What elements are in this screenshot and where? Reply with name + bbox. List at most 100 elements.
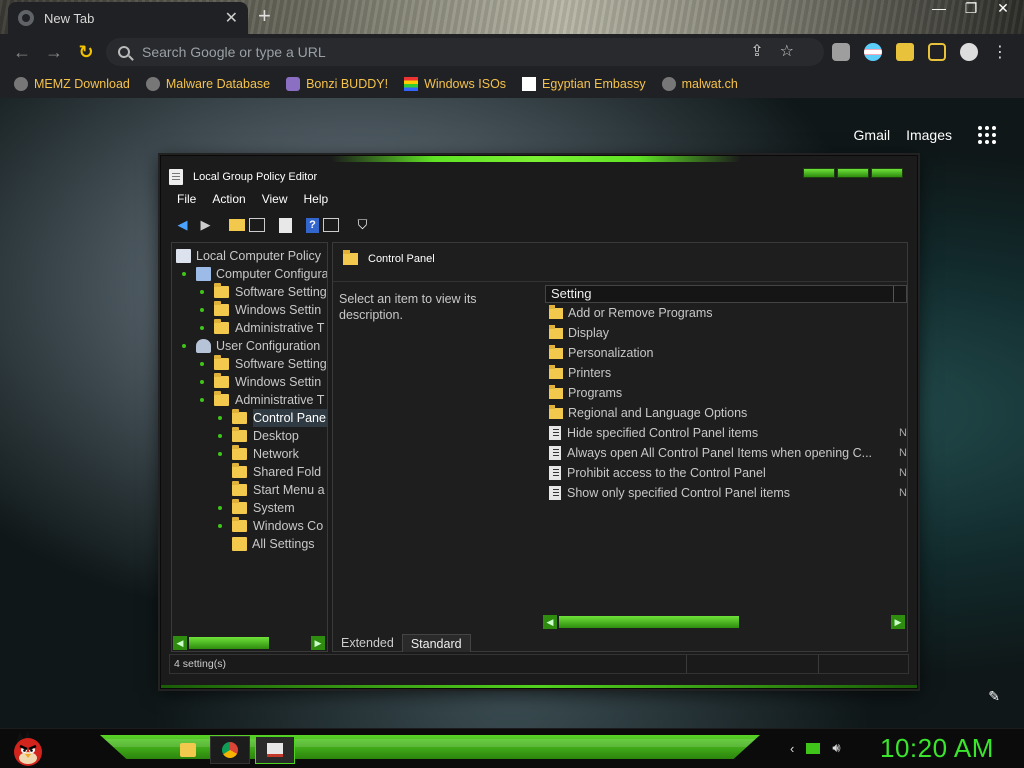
policy-setting-icon [549,486,561,500]
tree-node-desktop[interactable]: Desktop [218,427,299,445]
share-icon[interactable]: ⇪ [750,34,763,70]
tree-node-computer-configuration[interactable]: Computer Configura [182,265,327,283]
puzzle-extensions-icon[interactable] [896,43,914,61]
tree-node-local-computer-policy[interactable]: Local Computer Policy [176,247,321,265]
item-label: Regional and Language Options [568,406,748,420]
scroll-thumb[interactable] [189,637,269,649]
list-item[interactable]: Printers [545,363,907,383]
folder-icon [549,344,563,359]
scroll-left-icon[interactable]: ◀ [543,615,557,629]
tree-node-control-panel[interactable]: Control Pane [218,409,327,427]
scroll-left-icon[interactable]: ◀ [173,636,187,650]
settings-list[interactable]: Setting Add or Remove Programs Display P… [545,285,907,615]
scroll-thumb[interactable] [559,616,739,628]
tree-node-start-menu[interactable]: Start Menu a [218,481,325,499]
tree-node-software-settings[interactable]: Software Setting [200,355,327,373]
help-icon[interactable]: ? [306,217,319,233]
bookmark-memz[interactable]: MEMZ Download [14,77,130,91]
gpedit-taskbar-icon[interactable] [255,736,295,764]
list-item[interactable]: Display [545,323,907,343]
item-label: Printers [568,366,612,380]
menu-help[interactable]: Help [304,192,329,206]
tree-node-network[interactable]: Network [218,445,299,463]
list-item[interactable]: Always open All Control Panel Items when… [545,443,907,463]
list-item[interactable]: Add or Remove Programs [545,303,907,323]
tree-node-system[interactable]: System [218,499,295,517]
details-header: Control Panel [343,250,435,265]
menu-kebab-icon[interactable]: ⋮ [992,42,1008,62]
list-horizontal-scrollbar[interactable]: ◀ ▶ [543,615,905,629]
policy-tree[interactable]: Local Computer Policy Computer Configura… [171,242,328,652]
volume-icon[interactable]: 🔊︎ [832,740,840,756]
maximize-button[interactable] [837,168,869,178]
customize-pencil-icon[interactable]: ✎ [988,688,1000,705]
scroll-right-icon[interactable]: ▶ [891,615,905,629]
list-item[interactable]: Hide specified Control Panel items N [545,423,907,443]
file-explorer-icon[interactable] [168,736,208,764]
export-list-icon[interactable] [279,217,292,233]
tree-node-all-settings[interactable]: All Settings [218,535,315,553]
browser-tab[interactable]: New Tab ✕ [8,2,248,34]
bookmark-windows-isos[interactable]: Windows ISOs [404,77,506,91]
show-hidden-icons-chevron-icon[interactable]: ‹ [790,741,794,756]
tab-standard[interactable]: Standard [401,634,471,652]
tree-node-administrative-templates[interactable]: Administrative T [200,319,324,337]
close-button[interactable] [871,168,903,178]
menu-view[interactable]: View [262,192,288,206]
up-folder-icon[interactable] [229,219,245,231]
bookmark-bonzi-buddy[interactable]: Bonzi BUDDY! [286,77,388,91]
gmail-link[interactable]: Gmail [854,127,891,143]
list-item[interactable]: Personalization [545,343,907,363]
list-item[interactable]: Show only specified Control Panel items N [545,483,907,503]
google-apps-icon[interactable] [978,126,996,144]
side-panel-icon[interactable] [928,43,946,61]
scroll-right-icon[interactable]: ▶ [311,636,325,650]
list-item[interactable]: Regional and Language Options [545,403,907,423]
profile-avatar-icon[interactable] [960,43,978,61]
tree-node-administrative-templates[interactable]: Administrative T [200,391,324,409]
bookmark-malwatch[interactable]: malwat.ch [661,77,738,91]
tab-extended[interactable]: Extended [333,634,402,652]
menu-action[interactable]: Action [212,192,245,206]
images-link[interactable]: Images [906,127,952,143]
list-item[interactable]: Prohibit access to the Control Panel N [545,463,907,483]
folder-icon [232,445,247,460]
network-icon[interactable] [806,742,821,754]
list-item[interactable]: Programs [545,383,907,403]
minimize-button[interactable]: — [926,0,952,17]
back-arrow-icon[interactable]: ← [6,42,38,63]
tree-node-shared-folders[interactable]: Shared Fold [218,463,321,481]
ublock-icon[interactable] [832,43,850,61]
filter-icon[interactable]: ⛉ [353,216,372,234]
forward-arrow-icon[interactable]: → [38,42,70,63]
omnibox[interactable]: Search Google or type a URL [106,38,824,66]
folder-icon [232,463,247,478]
restore-button[interactable]: ❐ [958,0,984,17]
tree-node-windows-settings[interactable]: Windows Settin [200,301,321,319]
reload-icon[interactable]: ↻ [70,42,102,63]
gpedit-toolbar: ◀ ▶ ? ⛉ [169,213,372,237]
forward-arrow-icon[interactable]: ▶ [196,216,215,234]
properties-icon[interactable] [323,218,339,232]
show-hide-tree-icon[interactable] [249,218,265,232]
column-header-setting[interactable]: Setting [545,285,907,303]
minimize-button[interactable] [803,168,835,178]
close-tab-icon[interactable]: ✕ [225,8,238,28]
chrome-icon[interactable] [210,736,250,764]
taskbar-clock[interactable]: 10:20 AM [880,733,994,764]
new-tab-button[interactable]: + [258,4,271,28]
tree-horizontal-scrollbar[interactable]: ◀ ▶ [173,636,325,650]
bookmark-malware-database[interactable]: Malware Database [145,77,270,91]
tree-node-software-settings[interactable]: Software Setting [200,283,327,301]
close-window-button[interactable]: ✕ [990,0,1016,17]
tree-node-windows-components[interactable]: Windows Co [218,517,323,535]
start-button-angry-bird-icon[interactable] [10,728,46,766]
bookmark-egyptian-embassy[interactable]: Egyptian Embassy [522,77,646,91]
tree-node-user-configuration[interactable]: User Configuration [182,337,320,355]
tree-node-windows-settings[interactable]: Windows Settin [200,373,321,391]
bookmark-star-icon[interactable]: ☆ [780,34,794,70]
bookmark-label: Windows ISOs [424,77,507,91]
back-arrow-icon[interactable]: ◀ [173,216,192,234]
flag-extension-icon[interactable] [864,43,882,61]
menu-file[interactable]: File [177,192,196,206]
